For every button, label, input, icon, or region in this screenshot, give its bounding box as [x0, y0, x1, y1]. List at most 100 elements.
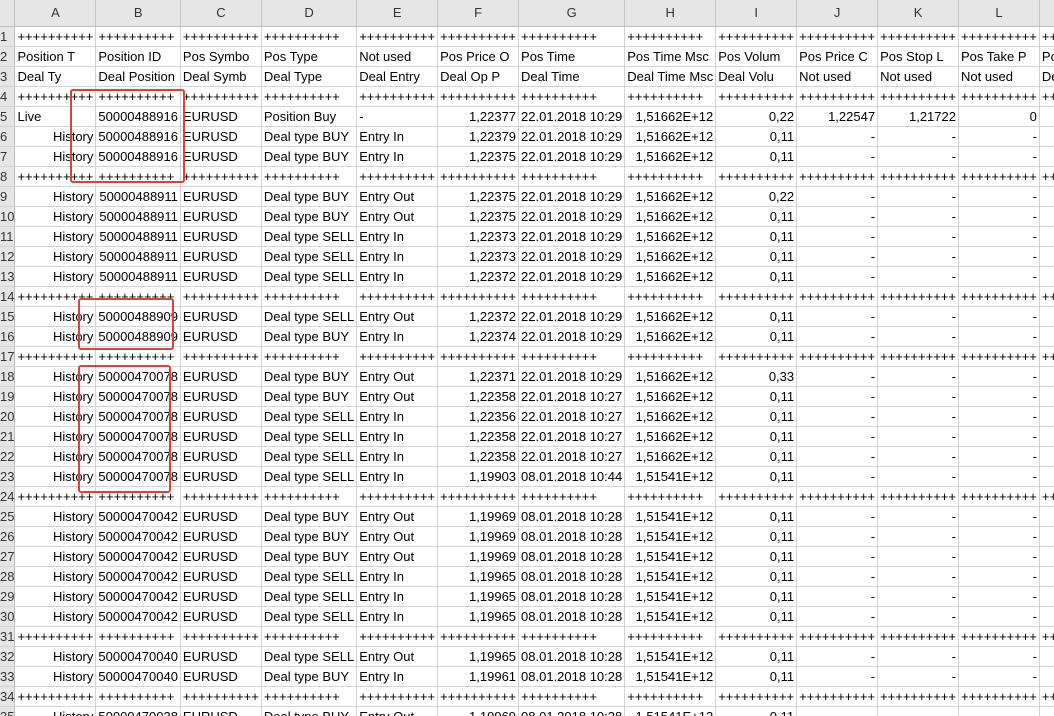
cell-g1[interactable]: ++++++++++	[518, 26, 626, 47]
cell-g3[interactable]: Deal Time	[518, 66, 626, 87]
cell-g8[interactable]: ++++++++++	[518, 166, 626, 187]
column-header-b[interactable]: B	[95, 0, 181, 27]
row-header[interactable]: 2	[0, 46, 16, 67]
cell-h15[interactable]: 1,51662E+12	[624, 306, 717, 327]
cell-h14[interactable]: ++++++++++	[624, 286, 717, 307]
cell-b8[interactable]: ++++++++++	[95, 166, 181, 187]
cell-m12[interactable]: 0	[1039, 246, 1054, 267]
cell-a20[interactable]: History	[14, 406, 97, 427]
cell-l17[interactable]: ++++++++++	[958, 346, 1040, 367]
cell-e3[interactable]: Deal Entry	[356, 66, 439, 87]
cell-h29[interactable]: 1,51541E+12	[624, 586, 717, 607]
cell-e32[interactable]: Entry Out	[356, 646, 439, 667]
row-header[interactable]: 28	[0, 566, 16, 587]
cell-j21[interactable]: -	[796, 426, 879, 447]
cell-k2[interactable]: Pos Stop L	[877, 46, 959, 67]
cell-a7[interactable]: History	[14, 146, 97, 167]
cell-h21[interactable]: 1,51662E+12	[624, 426, 717, 447]
cell-h32[interactable]: 1,51541E+12	[624, 646, 717, 667]
row-header[interactable]: 14	[0, 286, 16, 307]
cell-d14[interactable]: ++++++++++	[261, 286, 358, 307]
cell-e8[interactable]: ++++++++++	[356, 166, 439, 187]
cell-d16[interactable]: Deal type BUY	[261, 326, 358, 347]
cell-k33[interactable]: -	[877, 666, 959, 687]
row-header[interactable]: 17	[0, 346, 16, 367]
cell-h25[interactable]: 1,51541E+12	[624, 506, 717, 527]
cell-l32[interactable]: -	[958, 646, 1040, 667]
cell-table[interactable]: ABCDEFGHIJKLM 1+++++++++++++++++++++++++…	[0, 0, 1054, 716]
cell-j7[interactable]: -	[796, 146, 879, 167]
row-header[interactable]: 9	[0, 186, 16, 207]
cell-g17[interactable]: ++++++++++	[518, 346, 626, 367]
cell-e35[interactable]: Entry Out	[356, 706, 439, 716]
cell-d27[interactable]: Deal type BUY	[261, 546, 358, 567]
cell-f21[interactable]: 1,22358	[437, 426, 520, 447]
cell-k4[interactable]: ++++++++++	[877, 86, 959, 107]
cell-j12[interactable]: -	[796, 246, 879, 267]
cell-h34[interactable]: ++++++++++	[624, 686, 717, 707]
cell-m28[interactable]: 0	[1039, 566, 1054, 587]
cell-b24[interactable]: ++++++++++	[95, 486, 181, 507]
cell-j26[interactable]: -	[796, 526, 879, 547]
cell-c28[interactable]: EURUSD	[180, 566, 262, 587]
cell-g28[interactable]: 08.01.2018 10:28	[518, 566, 626, 587]
cell-c7[interactable]: EURUSD	[180, 146, 262, 167]
cell-f15[interactable]: 1,22372	[437, 306, 520, 327]
cell-i30[interactable]: 0,11	[715, 606, 798, 627]
cell-c31[interactable]: ++++++++++	[180, 626, 262, 647]
row-header[interactable]: 3	[0, 66, 16, 87]
cell-d34[interactable]: ++++++++++	[261, 686, 358, 707]
cell-b13[interactable]: 50000488911	[95, 266, 181, 287]
cell-h12[interactable]: 1,51662E+12	[624, 246, 717, 267]
cell-g22[interactable]: 22.01.2018 10:27	[518, 446, 626, 467]
cell-b19[interactable]: 50000470078	[95, 386, 181, 407]
cell-g10[interactable]: 22.01.2018 10:29	[518, 206, 626, 227]
cell-i15[interactable]: 0,11	[715, 306, 798, 327]
cell-a12[interactable]: History	[14, 246, 97, 267]
cell-k7[interactable]: -	[877, 146, 959, 167]
cell-l11[interactable]: -	[958, 226, 1040, 247]
cell-a4[interactable]: ++++++++++	[14, 86, 97, 107]
cell-j10[interactable]: -	[796, 206, 879, 227]
row-header[interactable]: 15	[0, 306, 16, 327]
cell-h33[interactable]: 1,51541E+12	[624, 666, 717, 687]
cell-k12[interactable]: -	[877, 246, 959, 267]
cell-k10[interactable]: -	[877, 206, 959, 227]
cell-c1[interactable]: ++++++++++	[180, 26, 262, 47]
cell-j24[interactable]: ++++++++++	[796, 486, 879, 507]
column-header-m[interactable]: M	[1039, 0, 1054, 27]
cell-l23[interactable]: -	[958, 466, 1040, 487]
cell-b9[interactable]: 50000488911	[95, 186, 181, 207]
cell-f13[interactable]: 1,22372	[437, 266, 520, 287]
cell-d9[interactable]: Deal type BUY	[261, 186, 358, 207]
cell-j18[interactable]: -	[796, 366, 879, 387]
cell-i28[interactable]: 0,11	[715, 566, 798, 587]
cell-j30[interactable]: -	[796, 606, 879, 627]
cell-i20[interactable]: 0,11	[715, 406, 798, 427]
cell-f27[interactable]: 1,19969	[437, 546, 520, 567]
cell-d11[interactable]: Deal type SELL	[261, 226, 358, 247]
row-header[interactable]: 20	[0, 406, 16, 427]
cell-e11[interactable]: Entry In	[356, 226, 439, 247]
cell-g16[interactable]: 22.01.2018 10:29	[518, 326, 626, 347]
cell-c3[interactable]: Deal Symb	[180, 66, 262, 87]
column-header-g[interactable]: G	[518, 0, 626, 27]
cell-c23[interactable]: EURUSD	[180, 466, 262, 487]
cell-h1[interactable]: ++++++++++	[624, 26, 717, 47]
cell-i25[interactable]: 0,11	[715, 506, 798, 527]
column-header-a[interactable]: A	[14, 0, 97, 27]
cell-l2[interactable]: Pos Take P	[958, 46, 1040, 67]
cell-k8[interactable]: ++++++++++	[877, 166, 959, 187]
cell-l30[interactable]: -	[958, 606, 1040, 627]
cell-j33[interactable]: -	[796, 666, 879, 687]
cell-e9[interactable]: Entry Out	[356, 186, 439, 207]
cell-f33[interactable]: 1,19961	[437, 666, 520, 687]
cell-m34[interactable]: ++++++++++	[1039, 686, 1054, 707]
cell-b23[interactable]: 50000470078	[95, 466, 181, 487]
cell-m33[interactable]: 0	[1039, 666, 1054, 687]
cell-i23[interactable]: 0,11	[715, 466, 798, 487]
cell-m5[interactable]: -0,15	[1039, 106, 1054, 127]
row-header[interactable]: 34	[0, 686, 16, 707]
cell-a14[interactable]: ++++++++++	[14, 286, 97, 307]
column-header-j[interactable]: J	[796, 0, 879, 27]
